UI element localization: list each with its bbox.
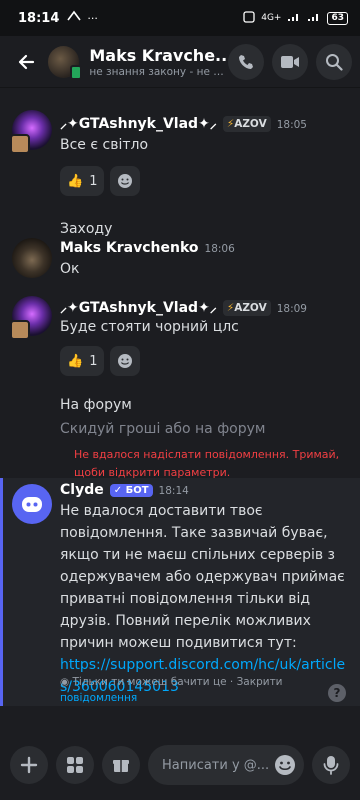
message-text: Заходу (60, 221, 113, 237)
help-icon[interactable]: ? (328, 684, 346, 702)
network-label: 4G+ (261, 13, 282, 23)
clyde-message[interactable]: Clyde ✓ БОТ 18:14 Не вдалося доставити тво… (0, 478, 360, 706)
more-dots-icon: ··· (87, 11, 98, 25)
voice-message-button[interactable] (312, 746, 350, 784)
emoji-add-icon (118, 354, 133, 368)
send-error-text[interactable]: Не вдалося надіслати повідомлення. Трима… (74, 446, 346, 482)
avatar[interactable] (12, 238, 52, 278)
message-input[interactable] (162, 757, 272, 773)
message-input-wrap[interactable] (148, 745, 304, 785)
dismiss-message-link[interactable]: повідомлення (60, 692, 137, 704)
eye-icon: ◉ (60, 676, 70, 688)
role-tag: ⚡AZOV (222, 116, 271, 132)
timestamp: 18:09 (276, 303, 307, 315)
message-text: На форум (60, 397, 132, 413)
video-camera-icon (281, 55, 299, 68)
bot-badge: ✓ БОТ (109, 484, 153, 497)
timestamp: 18:05 (276, 119, 307, 131)
back-button[interactable] (8, 44, 44, 80)
mobile-status-icon (70, 64, 83, 80)
reaction-count: 1 (89, 353, 98, 369)
author-name[interactable]: ⸝✦GTAshnyk_Vlad✦⸝ (60, 300, 217, 316)
voice-call-button[interactable] (228, 43, 264, 80)
reactions: 👍 1 (60, 166, 141, 196)
gift-icon (113, 760, 129, 772)
reaction-count: 1 (89, 173, 98, 189)
status-time: 18:14 (18, 10, 60, 26)
chat-header: Maks Kravche... не знання закону - не зв… (0, 36, 360, 88)
bot-face-icon (22, 497, 42, 512)
message-text: Буде стояти чорний цлс (60, 319, 239, 335)
avatar[interactable] (10, 296, 52, 340)
thumbs-up-reaction[interactable]: 👍 1 (60, 346, 105, 376)
status-bar: 18:14 ··· 4G+ 63 (0, 0, 360, 36)
clyde-text: Не вдалося доставити твоє повідомлення. … (60, 503, 345, 651)
emoji-picker-button[interactable] (272, 752, 298, 778)
message-list[interactable]: ⸝✦GTAshnyk_Vlad✦⸝ ⚡AZOV 18:05 Все є світло… (0, 88, 360, 730)
add-attachment-button[interactable] (10, 746, 48, 784)
search-button[interactable] (316, 43, 352, 80)
gift-button[interactable] (102, 746, 140, 784)
add-reaction-button[interactable] (110, 166, 141, 196)
battery-icon: 63 (327, 11, 348, 25)
apps-icon (67, 757, 83, 773)
author-name[interactable]: ⸝✦GTAshnyk_Vlad✦⸝ (60, 116, 217, 132)
emoji-icon (275, 755, 295, 775)
arrow-left-icon (18, 54, 34, 69)
timestamp: 18:14 (158, 485, 189, 497)
message-text: Все є світло (60, 137, 149, 153)
header-subtitle: не знання закону - не звіл... (89, 65, 228, 78)
alarm-icon (243, 10, 255, 26)
thumbs-up-icon: 👍 (67, 353, 84, 369)
avatar[interactable] (10, 110, 52, 154)
message-composer (0, 730, 360, 800)
thumbs-up-icon: 👍 (67, 173, 84, 189)
timestamp: 18:06 (204, 243, 235, 255)
header-title-block[interactable]: Maks Kravche... не знання закону - не зв… (89, 46, 228, 78)
add-reaction-button[interactable] (110, 346, 141, 376)
notification-icon (67, 10, 82, 26)
search-icon (326, 53, 343, 71)
header-title: Maks Kravche... (89, 45, 228, 65)
plus-icon (20, 756, 38, 774)
author-name[interactable]: Clyde (60, 482, 104, 498)
thumbs-up-reaction[interactable]: 👍 1 (60, 166, 105, 196)
signal-icon (287, 11, 301, 25)
author-name[interactable]: Maks Kravchenko (60, 240, 199, 256)
message-text: Ок (60, 261, 80, 277)
apps-button[interactable] (56, 746, 94, 784)
microphone-icon (323, 756, 339, 775)
reactions: 👍 1 (60, 346, 141, 376)
ephemeral-note: ◉ Тільки ти можеш бачити це · Закрити по… (60, 676, 283, 704)
emoji-add-icon (118, 174, 133, 188)
pending-message-text[interactable]: Скидуй гроші або на форум (60, 418, 348, 440)
clyde-avatar[interactable] (12, 484, 52, 524)
header-avatar[interactable] (47, 45, 83, 80)
video-call-button[interactable] (272, 43, 308, 80)
role-tag: ⚡AZOV (222, 300, 271, 316)
phone-icon (239, 54, 253, 69)
signal-icon-2 (307, 11, 321, 25)
